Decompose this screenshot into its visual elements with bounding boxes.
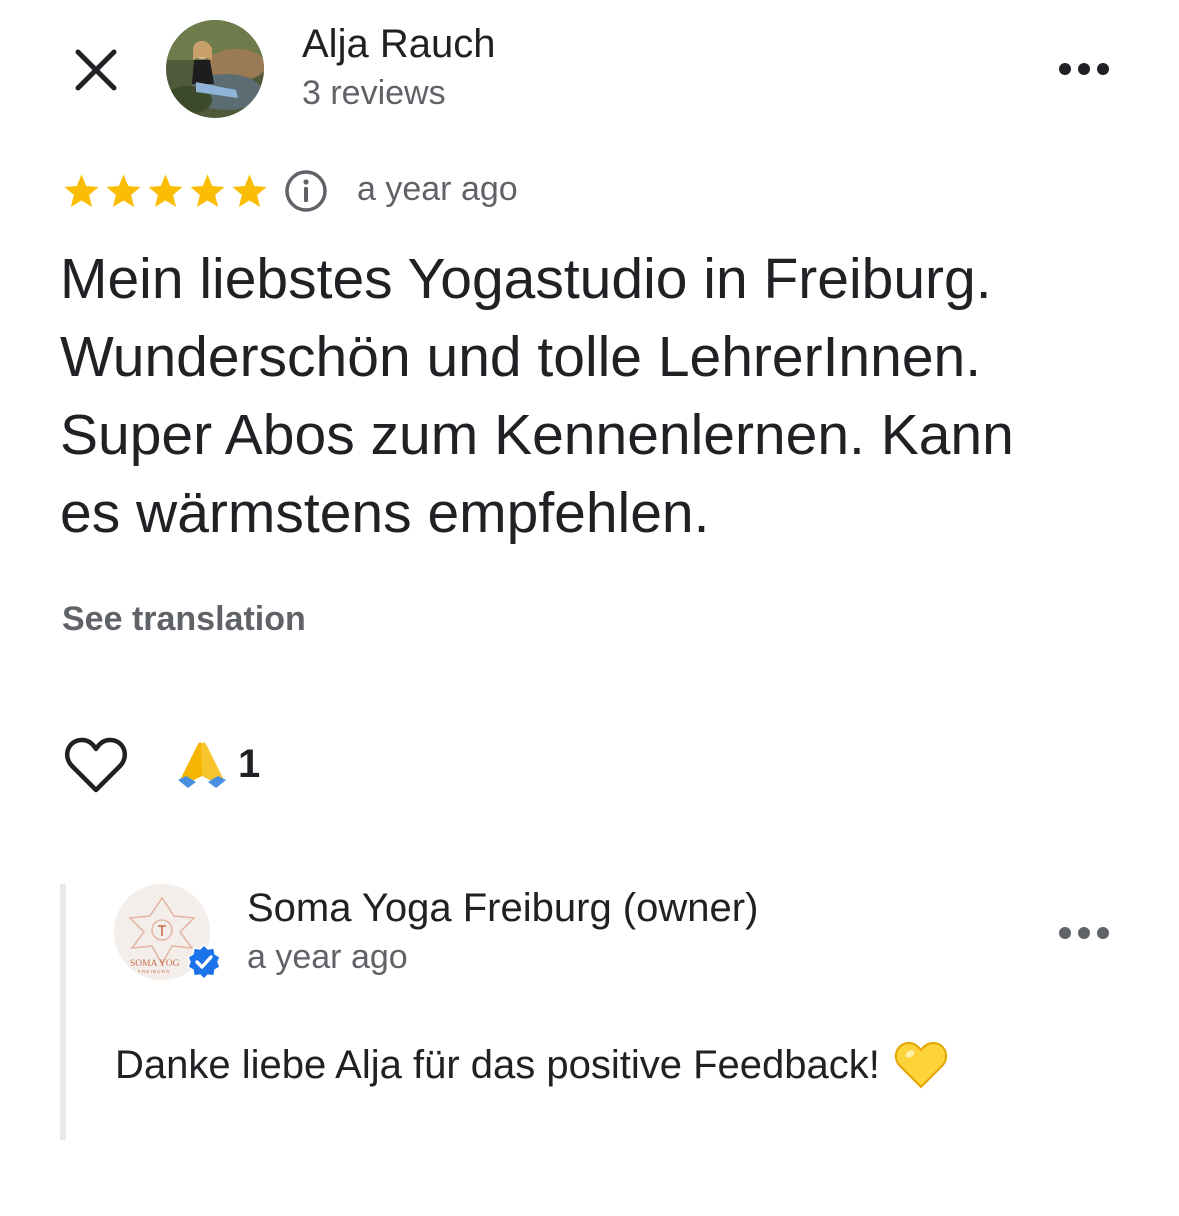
info-button[interactable]: [283, 168, 329, 214]
star-rating: [62, 168, 269, 214]
star-icon: [148, 173, 183, 207]
owner-reply-text: Danke liebe Alja für das positive Feedba…: [115, 1042, 880, 1087]
reviewer-avatar[interactable]: [166, 20, 264, 118]
review-time: a year ago: [357, 170, 518, 208]
heart-outline-icon: [64, 737, 128, 793]
star-icon: [64, 173, 99, 207]
yellow-heart-icon: [894, 1041, 948, 1089]
owner-name[interactable]: Soma Yoga Freiburg (owner): [247, 886, 758, 931]
close-icon: [75, 49, 117, 91]
review-more-button[interactable]: [1050, 50, 1118, 88]
info-icon: [285, 170, 327, 212]
verified-badge: [186, 943, 222, 981]
folded-hands-icon: [178, 742, 226, 788]
owner-response-divider: [60, 884, 66, 1140]
see-translation-link[interactable]: See translation: [62, 600, 306, 639]
like-button[interactable]: [60, 733, 132, 797]
reviewer-review-count: 3 reviews: [302, 74, 446, 112]
star-icon: [232, 173, 267, 207]
close-button[interactable]: [62, 36, 130, 104]
owner-avatar-text: SOMA YOG: [130, 959, 180, 969]
star-icon: [190, 173, 225, 207]
reaction-pray[interactable]: 1: [176, 736, 260, 792]
star-icon: [106, 173, 141, 207]
owner-reply: Danke liebe Alja für das positive Feedba…: [115, 1040, 948, 1090]
owner-response-more-button[interactable]: [1050, 914, 1118, 952]
more-horizontal-icon: [1059, 927, 1109, 939]
more-horizontal-icon: [1059, 63, 1109, 75]
review-text: Mein liebstes Yogastudio in Freiburg. Wu…: [60, 247, 1014, 545]
owner-avatar-subtext: FREIBURG: [138, 969, 171, 974]
reviewer-name[interactable]: Alja Rauch: [302, 22, 495, 67]
owner-response-time: a year ago: [247, 938, 408, 976]
reaction-count: 1: [238, 741, 261, 786]
verified-check-icon: [187, 943, 221, 981]
